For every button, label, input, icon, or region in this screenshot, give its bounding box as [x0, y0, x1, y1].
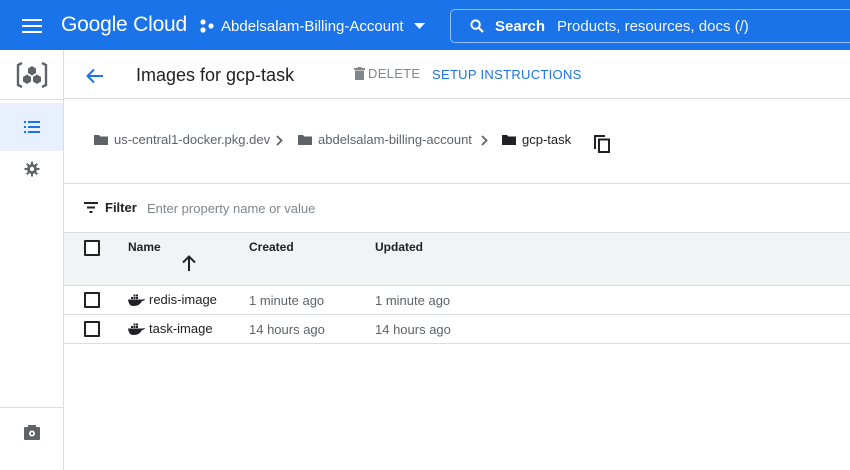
row-checkbox[interactable] — [84, 292, 100, 308]
select-all-checkbox[interactable] — [84, 240, 100, 256]
column-header-name[interactable]: Name — [128, 240, 161, 254]
created-cell: 14 hours ago — [249, 322, 325, 337]
google-cloud-logo[interactable]: Google Cloud — [61, 13, 187, 37]
arrow-up-icon[interactable] — [182, 255, 196, 271]
project-name: Abdelsalam-Billing-Account — [221, 17, 404, 35]
delete-label: DELETE — [368, 66, 421, 81]
filter-icon — [84, 202, 98, 213]
nav-item-repositories[interactable] — [0, 103, 63, 151]
image-name-link[interactable]: redis-image — [128, 292, 217, 307]
rail-divider — [0, 407, 63, 408]
chevron-down-icon — [413, 23, 425, 29]
table-header: Name Created Updated — [64, 233, 850, 286]
search-input[interactable] — [557, 17, 798, 35]
search-icon — [470, 19, 484, 33]
image-name-link[interactable]: task-image — [128, 321, 213, 336]
rail-divider — [0, 99, 63, 100]
row-checkbox[interactable] — [84, 321, 100, 337]
updated-cell: 1 minute ago — [375, 293, 451, 308]
copy-icon[interactable] — [594, 134, 610, 153]
folder-icon — [502, 135, 516, 145]
nav-item-settings[interactable] — [0, 151, 63, 187]
column-header-created[interactable]: Created — [249, 240, 294, 254]
chevron-right-icon — [276, 135, 283, 146]
top-bar: Google Cloud Abdelsalam-Billing-Account … — [0, 0, 850, 50]
folder-icon — [298, 135, 312, 145]
breadcrumb: us-central1-docker.pkg.dev abdelsalam-bi… — [64, 99, 850, 184]
breadcrumb-label: gcp-task — [522, 132, 572, 147]
settings-card-icon — [23, 424, 40, 440]
project-selector[interactable]: Abdelsalam-Billing-Account — [200, 10, 432, 42]
artifact-registry-icon[interactable] — [16, 59, 48, 91]
breadcrumb-item-repository: gcp-task — [502, 132, 571, 147]
filter-bar: Filter — [64, 184, 850, 233]
breadcrumb-item-host[interactable]: us-central1-docker.pkg.dev — [94, 132, 270, 147]
table-row[interactable]: task-image 14 hours ago 14 hours ago — [64, 315, 850, 344]
nav-item-release-notes[interactable] — [0, 410, 63, 454]
setup-instructions-button[interactable]: SETUP INSTRUCTIONS — [432, 67, 582, 82]
filter-label: Filter — [105, 200, 137, 215]
docker-icon — [128, 323, 145, 335]
table-row[interactable]: redis-image 1 minute ago 1 minute ago — [64, 286, 850, 315]
page-title: Images for gcp-task — [136, 65, 295, 85]
project-hierarchy-icon — [200, 19, 214, 33]
docker-icon — [128, 294, 145, 306]
search-label: Search — [495, 17, 546, 35]
folder-icon — [94, 135, 108, 145]
image-name: redis-image — [149, 292, 217, 307]
chevron-right-icon — [481, 135, 488, 146]
arrow-left-icon[interactable] — [86, 68, 104, 84]
list-icon — [23, 121, 40, 133]
delete-button[interactable]: DELETE — [354, 66, 420, 81]
gear-icon — [24, 161, 39, 177]
breadcrumb-label: us-central1-docker.pkg.dev — [114, 132, 271, 147]
trash-icon — [354, 67, 365, 80]
hamburger-menu-icon[interactable] — [22, 19, 42, 33]
column-header-updated[interactable]: Updated — [375, 240, 423, 254]
filter-input[interactable] — [147, 197, 547, 219]
updated-cell: 14 hours ago — [375, 322, 451, 337]
created-cell: 1 minute ago — [249, 293, 325, 308]
breadcrumb-item-project[interactable]: abdelsalam-billing-account — [298, 132, 472, 147]
breadcrumb-label: abdelsalam-billing-account — [318, 132, 472, 147]
left-nav-rail — [0, 50, 64, 470]
page-header: Images for gcp-task DELETE SETUP INSTRUC… — [64, 50, 850, 99]
search-bar[interactable]: Search — [450, 9, 850, 43]
image-name: task-image — [149, 321, 213, 336]
